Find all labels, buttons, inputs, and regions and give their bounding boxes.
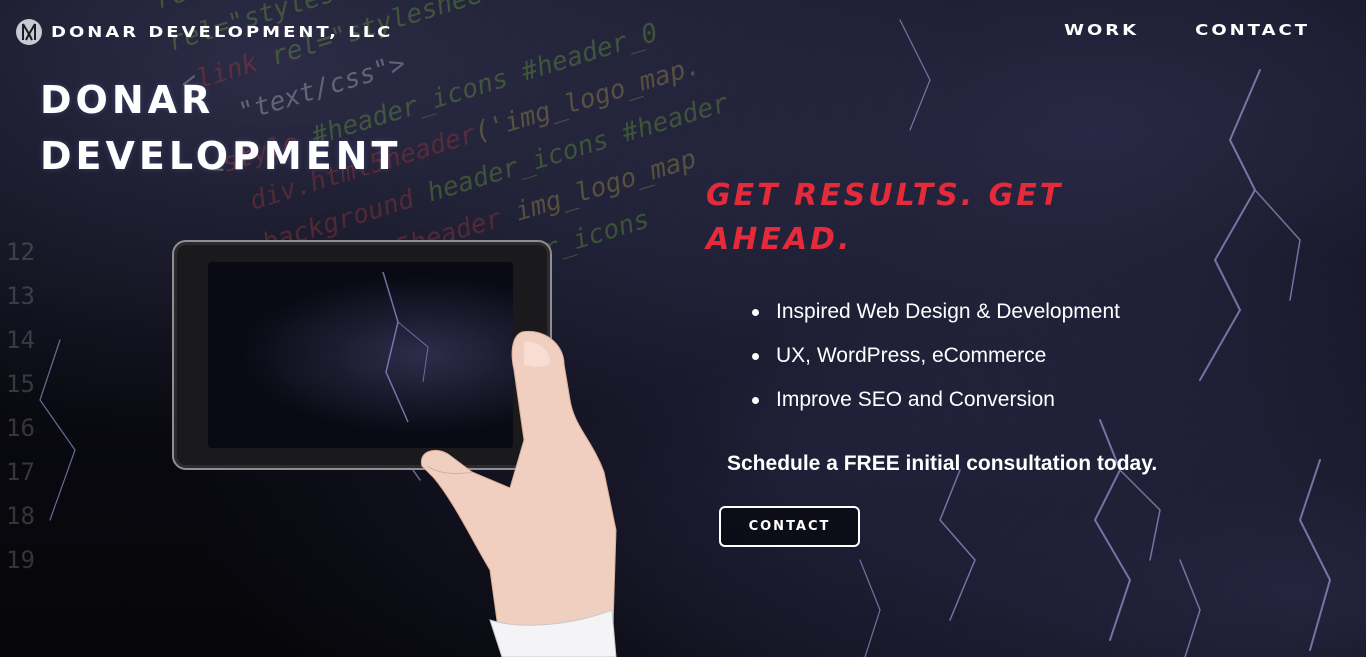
bullet-icon <box>752 396 759 404</box>
hero-title: DONAR DEVELOPMENT <box>40 72 401 184</box>
feature-text: Inspired Web Design & Development <box>776 300 1120 323</box>
feature-item: Inspired Web Design & Development <box>752 290 1120 334</box>
brand-home-link[interactable]: DONAR DEVELOPMENT, LLC <box>16 19 393 45</box>
tagline: GET RESULTS. GET AHEAD. <box>706 178 1064 257</box>
main-nav: WORK CONTACT <box>1008 20 1310 41</box>
hero-title-line-1: DONAR <box>40 78 215 122</box>
cta-text: Schedule a FREE initial consultation tod… <box>727 452 1158 475</box>
nav-work-link[interactable]: WORK <box>1064 22 1139 40</box>
hero-image <box>172 240 632 657</box>
feature-item: Improve SEO and Conversion <box>752 378 1120 422</box>
bullet-icon <box>752 308 759 316</box>
feature-list: Inspired Web Design & Development UX, Wo… <box>752 290 1120 422</box>
donar-logo-icon <box>16 19 42 45</box>
bullet-icon <box>752 352 759 360</box>
hero-title-line-2: DEVELOPMENT <box>40 134 402 178</box>
hand-image <box>420 330 617 657</box>
background-line-numbers: 12 13 14 15 16 17 18 19 <box>6 238 35 574</box>
page: rel="shortcut icon" href="http://localho… <box>0 0 1366 657</box>
nav-contact-link[interactable]: CONTACT <box>1195 22 1310 40</box>
feature-text: Improve SEO and Conversion <box>776 388 1055 411</box>
brand-name: DONAR DEVELOPMENT, LLC <box>51 23 394 41</box>
site-header: DONAR DEVELOPMENT, LLC WORK CONTACT <box>0 0 1366 64</box>
feature-text: UX, WordPress, eCommerce <box>776 344 1047 367</box>
contact-button[interactable]: CONTACT <box>719 506 860 547</box>
feature-item: UX, WordPress, eCommerce <box>752 334 1120 378</box>
